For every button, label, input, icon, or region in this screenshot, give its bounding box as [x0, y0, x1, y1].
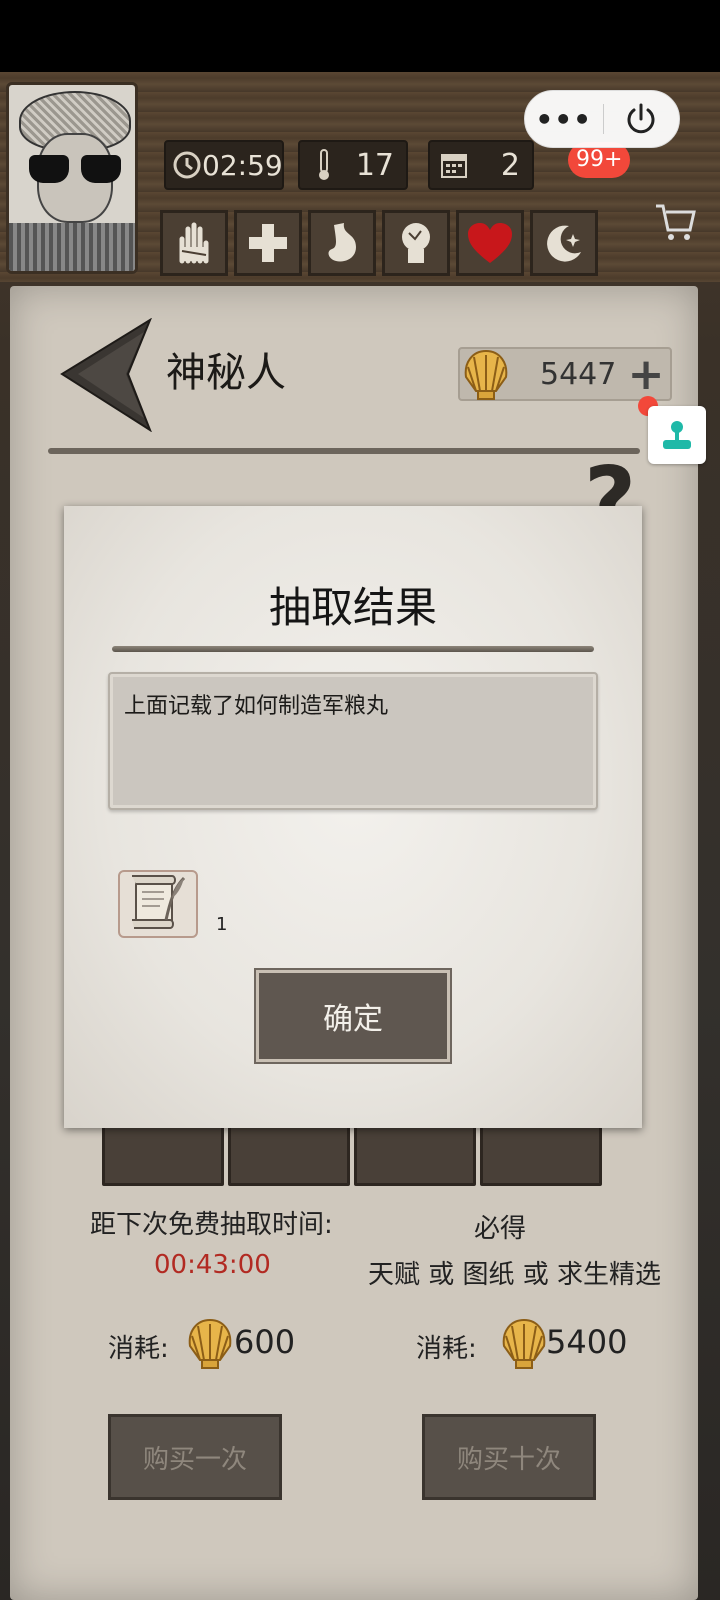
temperature-stat: 17	[298, 140, 408, 190]
reward-card	[354, 1122, 476, 1186]
buy-once-button[interactable]: 购买一次	[108, 1414, 282, 1500]
time-value: 02:59	[202, 148, 283, 182]
moon-icon[interactable]	[530, 210, 598, 276]
result-description: 上面记载了如何制造军粮丸	[124, 694, 389, 719]
buy-ten-button[interactable]: 购买十次	[422, 1414, 596, 1500]
cost-single: 600	[234, 1323, 296, 1361]
plus-icon[interactable]	[234, 210, 302, 276]
cost-ten: 5400	[546, 1323, 628, 1361]
guarantee-options: 天赋 或 图纸 或 求生精选	[368, 1260, 662, 1290]
joystick-float-button[interactable]	[648, 406, 706, 464]
item-slot[interactable]	[118, 870, 198, 938]
time-stat: 02:59	[164, 140, 284, 190]
confirm-button[interactable]: 确定	[256, 970, 450, 1062]
back-arrow-icon[interactable]	[58, 317, 158, 433]
dialog-divider	[112, 646, 594, 652]
cost-label-single: 消耗:	[108, 1334, 169, 1364]
reward-card	[102, 1122, 224, 1186]
joystick-icon	[663, 421, 691, 449]
temperature-value: 17	[355, 147, 394, 183]
draw-result-dialog: 抽取结果 上面记载了如何制造军粮丸 1 确定	[64, 506, 642, 1128]
guarantee-label: 必得	[474, 1214, 527, 1244]
day-value: 2	[500, 147, 520, 183]
shell-icon	[464, 349, 508, 400]
free-draw-timer: 00:43:00	[154, 1250, 271, 1280]
hand-icon[interactable]	[160, 210, 228, 276]
free-draw-label: 距下次免费抽取时间:	[90, 1210, 333, 1240]
power-icon[interactable]	[604, 102, 680, 136]
day-stat: 2	[428, 140, 534, 190]
shell-count: 5447	[540, 357, 617, 392]
item-count: 1	[216, 914, 228, 935]
shell-icon	[188, 1318, 232, 1369]
calendar-icon	[436, 147, 472, 183]
scroll-icon	[132, 875, 186, 929]
status-bar	[0, 0, 720, 72]
cart-icon[interactable]	[654, 200, 700, 246]
player-avatar[interactable]	[6, 82, 138, 274]
shell-icon	[502, 1318, 546, 1369]
reward-card	[480, 1122, 602, 1186]
add-shells-button[interactable]: +	[626, 353, 666, 397]
head-icon[interactable]	[382, 210, 450, 276]
miniapp-capsule: •••	[524, 90, 680, 148]
result-description-box: 上面记载了如何制造军粮丸	[108, 672, 598, 810]
dialog-title: 抽取结果	[268, 583, 437, 632]
shell-balance: 5447 +	[458, 347, 672, 401]
stomach-icon[interactable]	[308, 210, 376, 276]
reward-card	[228, 1122, 350, 1186]
clock-icon	[172, 147, 202, 183]
thermometer-icon	[306, 147, 342, 183]
heart-icon[interactable]	[456, 210, 524, 276]
more-icon[interactable]: •••	[525, 103, 603, 136]
cost-label-ten: 消耗:	[416, 1334, 477, 1364]
page-title: 神秘人	[166, 350, 286, 396]
header-divider	[48, 448, 640, 454]
